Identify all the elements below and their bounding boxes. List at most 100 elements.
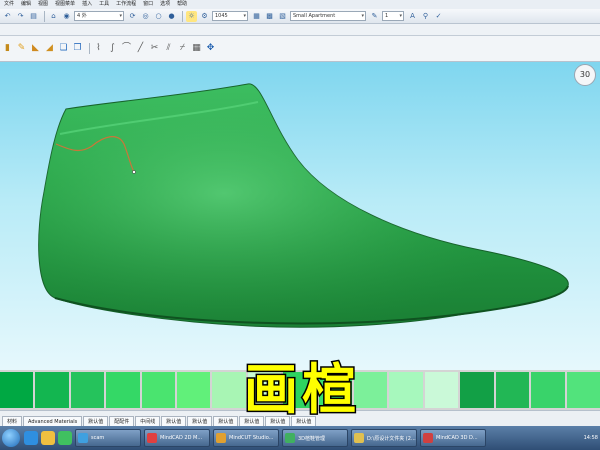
menu-item[interactable]: 工具 [99, 0, 109, 9]
paste-tool-icon[interactable]: ❐ [72, 42, 83, 55]
material-tab[interactable]: 默认值 [83, 416, 109, 426]
color-swatch[interactable] [35, 372, 69, 408]
cut-tool-icon[interactable]: ✂ [149, 42, 160, 55]
layers-icon[interactable]: ▦ [251, 11, 262, 22]
menu-item[interactable]: 选项 [160, 0, 170, 9]
taskbar-button[interactable]: MindCUT Studio... [213, 429, 279, 447]
layer-combo[interactable]: 4 外 [74, 11, 124, 21]
home-icon[interactable]: ⌂ [48, 11, 59, 22]
app-icon [216, 433, 226, 443]
redo-icon[interactable]: ↷ [15, 11, 26, 22]
app-icon [147, 433, 157, 443]
view-cube[interactable]: 30 [574, 64, 596, 86]
color-swatch[interactable] [177, 372, 211, 408]
material-tab[interactable]: 配配件 [109, 416, 135, 426]
pencil-tool-icon[interactable]: ✎ [16, 42, 27, 55]
color-swatch[interactable] [389, 372, 423, 408]
menu-item[interactable]: 窗口 [143, 0, 153, 9]
brush-icon[interactable]: ✎ [369, 11, 380, 22]
last-tool-icon[interactable]: ◢ [44, 42, 55, 55]
color-swatch[interactable] [460, 372, 494, 408]
count-combo[interactable]: 1 [382, 11, 404, 21]
move-tool-icon[interactable]: ✥ [205, 42, 216, 55]
pointer-tool-icon[interactable]: ▮ [2, 42, 13, 55]
toolbar-separator [182, 10, 183, 22]
spline-tool-icon[interactable]: ∫ [107, 42, 118, 55]
material-combo[interactable]: Small Apartment [290, 11, 366, 21]
open-icon[interactable]: ▤ [28, 11, 39, 22]
material-tab[interactable]: 默认值 [161, 416, 187, 426]
table-tool-icon[interactable]: ▦ [191, 42, 202, 55]
menu-bar: 文件 编辑 视图 视图菜单 插入 工具 工作流程 窗口 选项 帮助 [0, 0, 600, 9]
material-tab[interactable]: Advanced Materials [23, 416, 83, 426]
color-swatch[interactable] [106, 372, 140, 408]
menu-item[interactable]: 插入 [82, 0, 92, 9]
menu-item[interactable]: 帮助 [177, 0, 187, 9]
color-swatch[interactable] [141, 372, 176, 408]
secondary-toolbar [0, 24, 600, 36]
taskbar-label: MindCAD 3D D... [436, 435, 478, 441]
color-swatch[interactable] [70, 372, 105, 408]
taskbar-button[interactable]: scam [75, 429, 141, 447]
rotate-icon[interactable]: ⟳ [127, 11, 138, 22]
taskbar-label: scam [91, 435, 105, 441]
app-icon [285, 433, 295, 443]
line-tool-icon[interactable]: ╱ [135, 42, 146, 55]
check-icon[interactable]: ✓ [433, 11, 444, 22]
curve-tool-icon[interactable]: ⌇ [93, 42, 104, 55]
copy-tool-icon[interactable]: ❏ [58, 42, 69, 55]
target-icon[interactable]: ◎ [140, 11, 151, 22]
color-swatch[interactable] [566, 372, 600, 408]
taskbar-button[interactable]: MindCAD 2D M... [144, 429, 210, 447]
color-swatch[interactable] [0, 372, 34, 408]
task-buttons: scam MindCAD 2D M... MindCUT Studio... 3D楦鞋… [75, 429, 489, 447]
toolbar-separator [44, 10, 45, 22]
taskbar-label: 3D楦鞋管理 [298, 435, 326, 442]
menu-item[interactable]: 编辑 [21, 0, 31, 9]
sphere-icon[interactable]: ● [166, 11, 177, 22]
menu-item[interactable]: 工作流程 [116, 0, 136, 9]
taskbar-label: MindCUT Studio... [229, 435, 274, 441]
tools-toolbar: ▮ ✎ ◣ ◢ ❏ ❐ ⌇ ∫ ⌒ ╱ ✂ ⫽ ⌿ ▦ ✥ [0, 36, 600, 62]
globe-icon[interactable]: ◉ [61, 11, 72, 22]
shoe-last-model[interactable] [0, 62, 600, 370]
taskbar-button[interactable]: MindCAD 3D D... [420, 429, 486, 447]
windows-taskbar: scam MindCAD 2D M... MindCUT Studio... 3D楦鞋… [0, 426, 600, 450]
menu-item[interactable]: 视图菜单 [55, 0, 75, 9]
ie-icon[interactable] [24, 431, 38, 445]
material-icon[interactable]: ▧ [277, 11, 288, 22]
offset-tool-icon[interactable]: ⫽ [163, 42, 174, 55]
taskbar-button[interactable]: 3D楦鞋管理 [282, 429, 348, 447]
clock: 14:58 [583, 435, 598, 441]
taskbar-button[interactable]: D:\原设计文件夹 (2... [351, 429, 417, 447]
toolbar-separator [89, 43, 90, 54]
circle-icon[interactable]: ○ [153, 11, 164, 22]
undo-icon[interactable]: ↶ [2, 11, 13, 22]
app-icon [78, 433, 88, 443]
main-toolbar: ↶ ↷ ▤ ⌂ ◉ 4 外 ⟳ ◎ ○ ● ☼ ⚙ 1045 ▦ ▩ ▧ Sma… [0, 9, 600, 24]
color-swatch[interactable] [495, 372, 530, 408]
folder-icon[interactable] [41, 431, 55, 445]
color-swatch[interactable] [424, 372, 459, 408]
taskbar-label: MindCAD 2D M... [160, 435, 203, 441]
3d-viewport[interactable]: 30 [0, 62, 600, 370]
material-tab[interactable]: 材料 [2, 416, 23, 426]
text-icon[interactable]: A [407, 11, 418, 22]
media-icon[interactable] [58, 431, 72, 445]
start-button[interactable] [2, 429, 20, 447]
light-icon[interactable]: ☼ [186, 10, 197, 22]
settings-icon[interactable]: ⚙ [199, 11, 210, 22]
pin-icon[interactable]: ⚲ [420, 11, 431, 22]
color-swatch[interactable] [531, 372, 565, 408]
trim-tool-icon[interactable]: ⌿ [177, 42, 188, 55]
video-caption: 画楦 [243, 356, 360, 422]
grid-icon[interactable]: ▩ [264, 11, 275, 22]
menu-item[interactable]: 文件 [4, 0, 14, 9]
material-tab[interactable]: 默认值 [187, 416, 213, 426]
unit-combo[interactable]: 1045 [212, 11, 248, 21]
arc-tool-icon[interactable]: ⌒ [121, 42, 132, 55]
material-tab[interactable]: 中间线 [135, 416, 161, 426]
shoe-tool-icon[interactable]: ◣ [30, 42, 41, 55]
app-icon [354, 433, 364, 443]
menu-item[interactable]: 视图 [38, 0, 48, 9]
